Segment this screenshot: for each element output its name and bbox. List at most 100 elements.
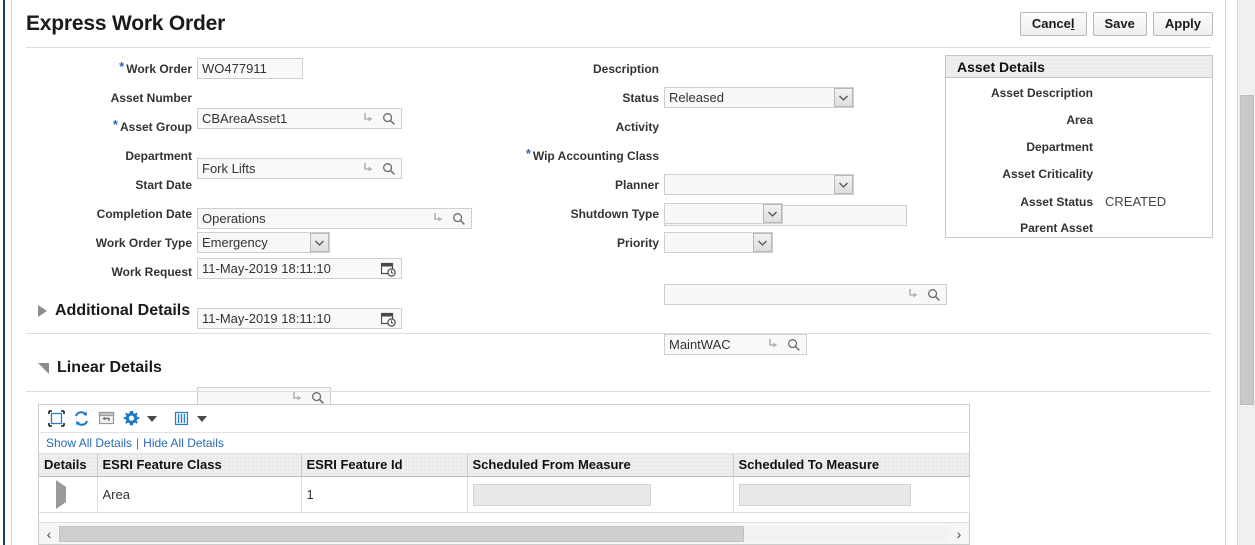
page-vertical-scrollbar[interactable] [1237, 0, 1255, 545]
row-expand-icon[interactable] [56, 480, 66, 509]
cell-details-toggle[interactable] [39, 477, 97, 513]
linear-details-divider [26, 391, 1211, 392]
table-horizontal-scrollbar[interactable]: ‹ › [39, 522, 969, 544]
disclosure-expanded-icon[interactable] [38, 363, 49, 374]
linear-details-label: Linear Details [57, 359, 162, 377]
show-all-details-link[interactable]: Show All Details [46, 436, 132, 450]
completion-date-input[interactable]: 11-May-2019 18:11:10 [197, 308, 402, 329]
undo-icon[interactable] [96, 409, 116, 429]
search-icon[interactable] [927, 288, 941, 303]
start-date-input[interactable]: 11-May-2019 18:11:10 [197, 258, 402, 279]
planner-select[interactable] [664, 174, 854, 195]
calendar-icon[interactable] [381, 312, 396, 327]
section-additional-details[interactable]: Additional Details [38, 302, 190, 320]
search-icon[interactable] [382, 112, 396, 127]
links-separator: | [136, 436, 139, 450]
field-asset-number-label: Asset Number [111, 91, 192, 105]
scroll-left-arrow-icon[interactable]: ‹ [39, 524, 59, 544]
table-row[interactable]: Area 1 [39, 477, 969, 513]
asset-details-panel: Asset Details Asset Description Area Dep… [945, 55, 1213, 238]
section-linear-details[interactable]: Linear Details [38, 359, 162, 377]
refresh-icon[interactable] [71, 409, 91, 429]
lov-arrow-icon[interactable] [433, 212, 444, 226]
field-completion-date-label-wrap: Completion Date [12, 203, 192, 225]
column-header-scheduled-to-measure[interactable]: Scheduled To Measure [733, 454, 969, 477]
search-icon[interactable] [452, 212, 466, 227]
scheduled-from-measure-input[interactable] [473, 484, 651, 506]
column-header-esri-feature-class[interactable]: ESRI Feature Class [97, 454, 301, 477]
cancel-button[interactable]: Cancel [1020, 12, 1087, 36]
lov-arrow-icon[interactable] [292, 391, 303, 405]
field-description-label: Description [593, 62, 659, 76]
hide-all-details-link[interactable]: Hide All Details [143, 436, 224, 450]
chevron-down-icon[interactable] [763, 204, 782, 223]
lov-arrow-icon[interactable] [908, 288, 919, 302]
priority-select[interactable] [664, 232, 773, 253]
field-priority-label: Priority [617, 236, 659, 250]
scroll-track[interactable] [59, 526, 949, 542]
lov-arrow-icon[interactable] [363, 162, 374, 176]
status-select[interactable]: Released [664, 87, 854, 108]
work-order-input[interactable]: WO477911 [197, 58, 303, 79]
field-asset-group-label: Asset Group [120, 120, 192, 134]
work-order-type-value: Emergency [202, 235, 268, 250]
asset-description-label: Asset Description [946, 86, 1093, 100]
work-order-type-select[interactable]: Emergency [197, 232, 330, 253]
cancel-button-label: Cance [1032, 16, 1071, 31]
asset-department-label: Department [946, 140, 1093, 154]
activity-input[interactable] [664, 284, 947, 305]
page-header: Express Work Order Cancel Save Apply [12, 0, 1225, 48]
save-button[interactable]: Save [1093, 12, 1147, 36]
additional-details-divider [26, 333, 1211, 334]
disclosure-collapsed-icon[interactable] [38, 305, 47, 317]
asset-details-row: Department [946, 140, 1214, 154]
cell-esri-feature-class: Area [97, 477, 301, 513]
field-priority-label-wrap: Priority [482, 232, 659, 254]
lov-arrow-icon[interactable] [363, 112, 374, 126]
field-status-label: Status [622, 91, 659, 105]
department-input[interactable]: Operations [197, 208, 472, 229]
field-shutdown-type-label-wrap: Shutdown Type [482, 203, 659, 225]
scroll-thumb[interactable] [59, 526, 744, 542]
chevron-down-icon[interactable] [834, 88, 853, 107]
left-navy-rule [3, 0, 5, 545]
gear-icon[interactable] [121, 409, 141, 429]
asset-group-value: Fork Lifts [202, 161, 255, 176]
scheduled-to-measure-input[interactable] [739, 484, 911, 506]
apply-button[interactable]: Apply [1153, 12, 1213, 36]
field-shutdown-type-label: Shutdown Type [571, 207, 659, 221]
column-header-details[interactable]: Details [39, 454, 97, 477]
asset-group-input[interactable]: Fork Lifts [197, 158, 402, 179]
columns-menu-caret-icon[interactable] [197, 416, 207, 422]
column-header-scheduled-from-measure[interactable]: Scheduled From Measure [467, 454, 733, 477]
scroll-right-arrow-icon[interactable]: › [949, 524, 969, 544]
required-marker-wip-accounting-class: * [526, 149, 531, 159]
search-icon[interactable] [382, 162, 396, 177]
chevron-down-icon[interactable] [834, 175, 853, 194]
asset-details-row: Asset Description [946, 86, 1214, 100]
field-activity-label-wrap: Activity [482, 116, 659, 138]
completion-date-value: 11-May-2019 18:11:10 [202, 311, 331, 326]
linear-details-links: Show All Details | Hide All Details [39, 433, 969, 454]
chevron-down-icon[interactable] [753, 233, 772, 252]
wip-accounting-class-input[interactable]: MaintWAC [664, 334, 807, 355]
field-completion-date-label: Completion Date [97, 207, 192, 221]
asset-number-value: CBAreaAsset1 [202, 111, 287, 126]
field-asset-group-label-wrap: * Asset Group [12, 116, 192, 138]
page-vertical-scroll-thumb[interactable] [1240, 95, 1254, 405]
work-order-value: WO477911 [202, 61, 267, 76]
shutdown-type-select[interactable] [664, 203, 783, 224]
lov-arrow-icon[interactable] [768, 338, 779, 352]
detach-icon[interactable] [46, 409, 66, 429]
asset-criticality-label: Asset Criticality [946, 167, 1093, 181]
columns-icon[interactable] [171, 409, 191, 429]
linear-details-panel: Show All Details | Hide All Details Deta… [38, 404, 970, 545]
asset-number-input[interactable]: CBAreaAsset1 [197, 108, 402, 129]
field-department-label: Department [125, 149, 192, 163]
column-header-esri-feature-id[interactable]: ESRI Feature Id [301, 454, 467, 477]
search-icon[interactable] [787, 338, 801, 353]
chevron-down-icon[interactable] [310, 233, 329, 252]
calendar-icon[interactable] [381, 262, 396, 277]
gear-menu-caret-icon[interactable] [147, 416, 157, 422]
additional-details-label: Additional Details [55, 302, 190, 320]
